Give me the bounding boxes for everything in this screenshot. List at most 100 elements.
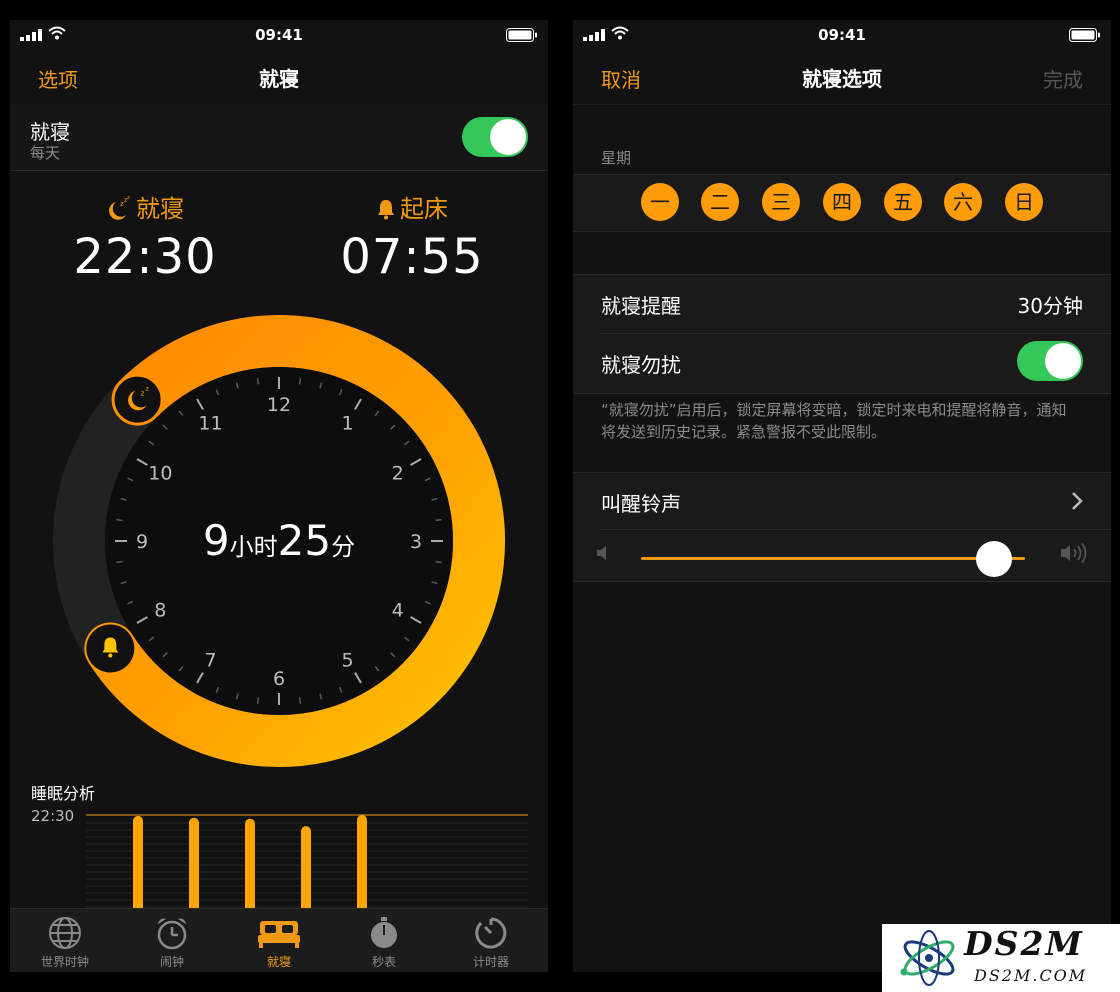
- dial-hour-number: 11: [198, 412, 222, 434]
- tab-label: 计时器: [472, 955, 509, 969]
- moon-zzz-icon: z z z: [109, 195, 130, 220]
- bedtime-reminder-row[interactable]: 就寝提醒 30分钟: [573, 275, 1111, 333]
- nav-bar: 取消 就寝选项 完成: [573, 48, 1111, 105]
- dial-hour-number: 2: [392, 463, 404, 485]
- watermark-text: DS2M: [964, 924, 1084, 963]
- bedtime-row-subtitle: 每天: [30, 144, 61, 162]
- status-time: 09:41: [255, 26, 303, 44]
- sleep-bar: [189, 817, 199, 908]
- bed-icon: [258, 921, 300, 948]
- tab-label: 闹钟: [159, 955, 184, 969]
- dial-hour-number: 10: [148, 463, 172, 485]
- analysis-time-label: 22:30: [31, 807, 75, 825]
- dial-hour-number: 4: [392, 600, 404, 622]
- tab-bedtime[interactable]: 就寝: [234, 915, 324, 970]
- day-wednesday-button[interactable]: 三: [762, 183, 800, 221]
- globe-icon: [49, 917, 81, 949]
- sleep-bar: [301, 826, 311, 908]
- done-button[interactable]: 完成: [1043, 64, 1083, 93]
- dial-hour-number: 5: [341, 650, 353, 672]
- nav-bar: 选项 就寝: [10, 48, 548, 105]
- day-monday-button[interactable]: 一: [641, 183, 679, 221]
- tab-bar: 世界时钟 闹钟 就寝 秒表 计时器: [10, 908, 548, 972]
- tab-world-clock[interactable]: 世界时钟: [20, 915, 110, 970]
- dnd-label: 就寝勿扰: [601, 353, 681, 377]
- dial-tick: [435, 518, 442, 522]
- wake-value: 07:55: [340, 229, 484, 285]
- volume-slider-thumb[interactable]: [976, 541, 1013, 577]
- bedtime-display: z z z 就寝 22:30: [45, 193, 245, 285]
- bedtime-label: 就寝: [136, 195, 184, 223]
- bedtime-value: 22:30: [73, 229, 217, 285]
- dial-hour-number: 1: [341, 412, 353, 434]
- tab-label: 秒表: [371, 955, 396, 969]
- reminder-value: 30分钟: [1017, 294, 1083, 318]
- dnd-toggle[interactable]: [1017, 341, 1083, 381]
- status-time: 09:41: [818, 26, 866, 44]
- bell-icon: [378, 200, 394, 220]
- dial-tick: [298, 697, 302, 704]
- chevron-right-icon: [1072, 492, 1083, 510]
- reminder-label: 就寝提醒: [601, 294, 681, 318]
- tab-alarm[interactable]: 闹钟: [127, 915, 217, 970]
- battery-icon: [1069, 28, 1100, 42]
- bedtime-screen: 09:41 选项 就寝 就寝 每天 z z z 就寝 22:30 起床 07:5…: [10, 20, 548, 972]
- dial-tick: [116, 518, 123, 522]
- day-tuesday-button[interactable]: 二: [701, 183, 739, 221]
- dial-hour-number: 12: [267, 394, 291, 416]
- tab-timer[interactable]: 计时器: [446, 915, 536, 970]
- timer-icon: [475, 917, 507, 949]
- day-saturday-button[interactable]: 六: [944, 183, 982, 221]
- analysis-bars: [133, 815, 367, 908]
- wake-sound-label: 叫醒铃声: [601, 492, 681, 516]
- wake-sound-row[interactable]: 叫醒铃声: [573, 473, 1111, 531]
- battery-icon: [506, 28, 537, 42]
- reminder-settings-group: 就寝提醒 30分钟 就寝勿扰: [573, 274, 1111, 394]
- svg-text:z: z: [141, 390, 145, 398]
- status-bar: 09:41: [573, 20, 1111, 48]
- wake-sound-group: 叫醒铃声: [573, 472, 1111, 582]
- divider: [601, 529, 1111, 530]
- analysis-title: 睡眠分析: [31, 784, 96, 803]
- sleep-bar: [245, 818, 255, 908]
- bedtime-schedule-row: 就寝 每天: [10, 104, 548, 171]
- sleep-analysis: 睡眠分析 22:30: [10, 775, 548, 908]
- dial-tick: [256, 697, 260, 704]
- alarm-clock-icon: [157, 918, 187, 950]
- watermark-subtext: DS2M.COM: [974, 966, 1088, 985]
- day-thursday-button[interactable]: 四: [823, 183, 861, 221]
- wake-label: 起床: [400, 195, 448, 223]
- bedtime-handle[interactable]: z z: [112, 374, 163, 425]
- svg-text:z: z: [127, 196, 130, 201]
- volume-low-icon: [597, 546, 606, 560]
- volume-slider-track[interactable]: [641, 557, 1025, 560]
- status-bar: 09:41: [10, 20, 548, 48]
- wake-handle[interactable]: [86, 624, 135, 673]
- days-selector: 一 二 三 四 五 六 日: [573, 174, 1111, 232]
- bedtime-row-title: 就寝: [30, 120, 70, 144]
- wake-display: 起床 07:55: [312, 193, 512, 285]
- tab-label: 就寝: [266, 955, 291, 969]
- page-title: 就寝选项: [802, 67, 882, 91]
- bedtime-options-screen: 09:41 取消 就寝选项 完成 星期 一 二 三 四 五 六 日 就寝提醒 3…: [573, 20, 1111, 972]
- dial-tick: [298, 378, 302, 385]
- page-title: 就寝: [259, 67, 299, 91]
- dial-hour-number: 8: [154, 600, 166, 622]
- dial-tick: [435, 560, 442, 564]
- dial-tick: [256, 378, 260, 385]
- sleep-bar: [133, 815, 143, 908]
- volume-high-icon: [1061, 543, 1087, 563]
- bedtime-toggle[interactable]: [462, 117, 528, 157]
- sleep-dial[interactable]: 121234567891011 9小时25分 z z: [51, 313, 507, 769]
- dial-tick: [116, 560, 123, 564]
- days-section-label: 星期: [601, 149, 632, 167]
- dnd-footnote: “就寝勿扰”启用后，锁定屏幕将变暗，锁定时来电和提醒将静音，通知将发送到历史记录…: [601, 401, 1067, 441]
- sleep-bar: [357, 815, 367, 908]
- dial-hour-number: 3: [410, 531, 422, 553]
- atom-logo-icon: [900, 930, 955, 986]
- day-friday-button[interactable]: 五: [884, 183, 922, 221]
- tab-stopwatch[interactable]: 秒表: [339, 915, 429, 970]
- stopwatch-icon: [371, 917, 397, 948]
- dial-hour-number: 7: [204, 650, 216, 672]
- day-sunday-button[interactable]: 日: [1005, 183, 1043, 221]
